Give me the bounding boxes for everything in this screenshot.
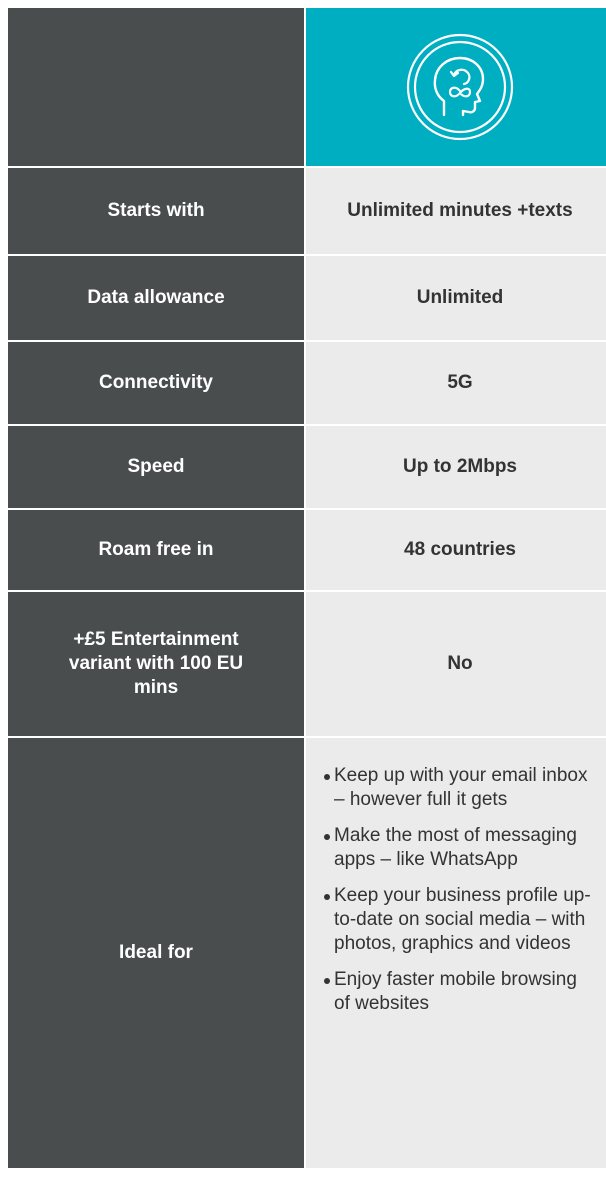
row-value: Unlimited <box>306 256 606 340</box>
ideal-for-row: Ideal for Keep up with your email inbox … <box>8 738 606 1168</box>
list-item: Make the most of messaging apps – like W… <box>324 824 594 872</box>
list-item: Keep your business profile up-to-date on… <box>324 884 594 956</box>
list-item-text: Keep your business profile up-to-date on… <box>334 885 591 954</box>
table-row: Data allowance Unlimited <box>8 256 606 340</box>
table-row: Connectivity 5G <box>8 342 606 424</box>
table-row: Starts with Unlimited minutes +texts <box>8 168 606 254</box>
bullet-icon <box>324 834 330 840</box>
list-item-text: Keep up with your email inbox – however … <box>334 765 588 810</box>
bullet-icon <box>324 774 330 780</box>
table-row: Roam free in 48 countries <box>8 510 606 590</box>
row-label: Connectivity <box>8 342 304 424</box>
ideal-for-list: Keep up with your email inbox – however … <box>324 764 594 1028</box>
plan-comparison-table: Starts with Unlimited minutes +texts Dat… <box>8 8 606 1168</box>
list-item-text: Enjoy faster mobile browsing of websites <box>334 969 577 1014</box>
ideal-for-list-cell: Keep up with your email inbox – however … <box>306 738 606 1168</box>
table-row: +£5 Entertainment variant with 100 EU mi… <box>8 592 606 736</box>
row-label: Roam free in <box>8 510 304 590</box>
row-value: 5G <box>306 342 606 424</box>
row-label: +£5 Entertainment variant with 100 EU mi… <box>8 592 304 736</box>
row-label: Data allowance <box>8 256 304 340</box>
header-empty-cell <box>8 8 304 166</box>
header-row <box>8 8 606 166</box>
row-value: Up to 2Mbps <box>306 426 606 508</box>
table-row: Speed Up to 2Mbps <box>8 426 606 508</box>
head-cycle-icon <box>406 33 514 141</box>
list-item: Keep up with your email inbox – however … <box>324 764 594 812</box>
bullet-icon <box>324 978 330 984</box>
list-item: Enjoy faster mobile browsing of websites <box>324 968 594 1016</box>
row-label: Speed <box>8 426 304 508</box>
row-label: Ideal for <box>8 738 304 1168</box>
row-value: No <box>306 592 606 736</box>
header-icon-cell <box>306 8 606 166</box>
row-value: Unlimited minutes +texts <box>306 168 606 254</box>
row-label: Starts with <box>8 168 304 254</box>
bullet-icon <box>324 894 330 900</box>
list-item-text: Make the most of messaging apps – like W… <box>334 825 577 870</box>
row-value: 48 countries <box>306 510 606 590</box>
